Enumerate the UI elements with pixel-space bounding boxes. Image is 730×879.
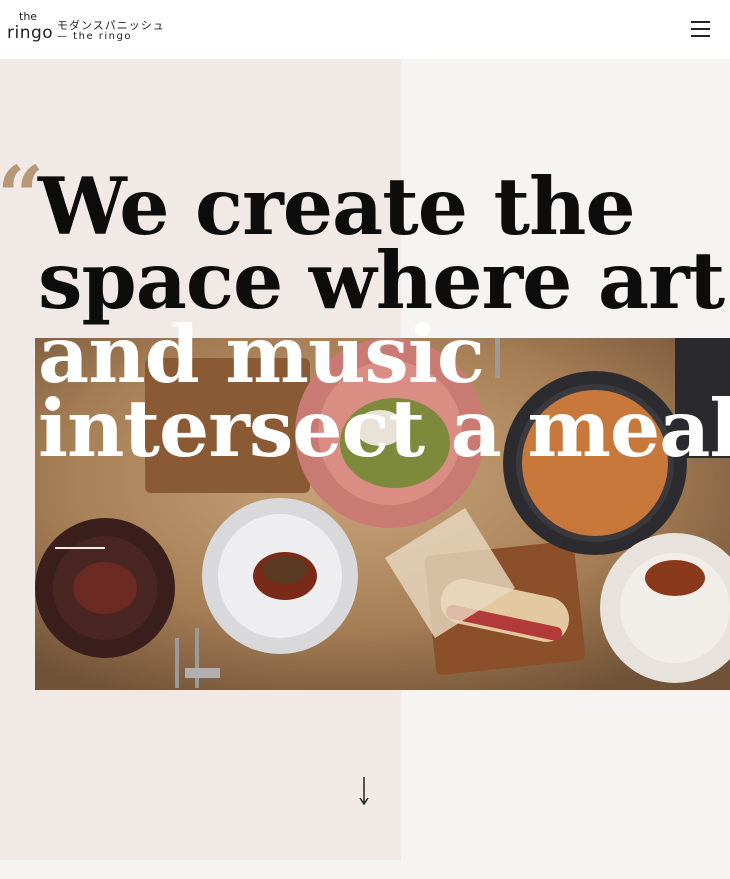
- logo-ringo: ringo: [7, 23, 54, 43]
- headline-line-3: and music: [38, 308, 485, 401]
- headline-line-4: intersect a meal.: [38, 382, 730, 475]
- hamburger-menu-icon[interactable]: [688, 18, 712, 40]
- brand-subtitle: — the ringo: [57, 31, 132, 42]
- site-logo[interactable]: the ringo: [7, 10, 54, 45]
- hero-headline: We create the space where art and music …: [38, 160, 730, 475]
- logo-the: the: [19, 10, 38, 23]
- headline-line-1: We create the: [38, 160, 636, 253]
- site-header: the ringo モダンスパニッシュ — the ringo: [0, 0, 730, 59]
- arrow-down-icon[interactable]: [355, 776, 373, 806]
- accent-divider: [55, 547, 105, 549]
- headline-line-2: space where art: [38, 234, 725, 327]
